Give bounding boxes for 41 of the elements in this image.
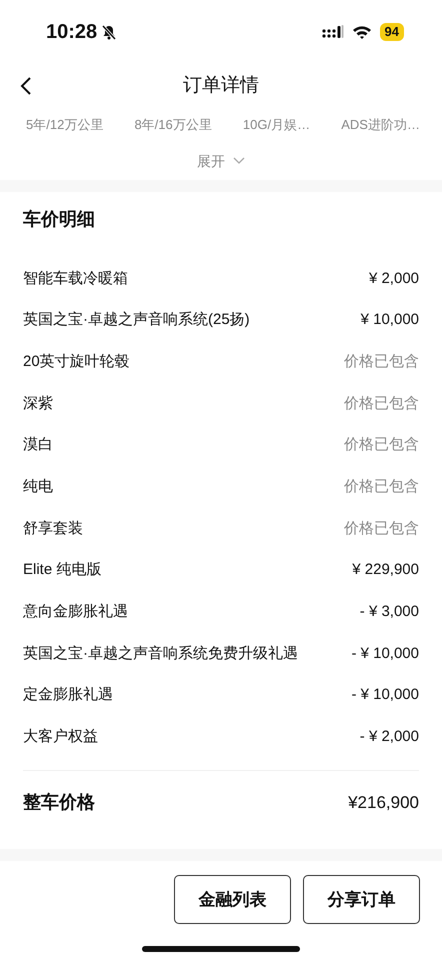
feature-tag: 8年/16万公里: [134, 115, 212, 135]
item-name: 深紫: [23, 394, 53, 414]
item-name: 英国之宝·卓越之声音响系统免费升级礼遇: [23, 644, 298, 664]
item-price: - ¥ 10,000: [351, 644, 419, 664]
status-time: 10:28: [46, 20, 98, 45]
item-price: ¥ 229,900: [352, 560, 419, 580]
item-price: ¥ 10,000: [360, 310, 419, 330]
included-note: 价格已包含: [344, 435, 419, 456]
item-price: ¥ 2,000: [368, 268, 419, 289]
item-name: 纯电: [23, 477, 53, 498]
item-price: - ¥ 10,000: [351, 685, 419, 706]
battery-level: 94: [380, 23, 404, 41]
item-name: 定金膨胀礼遇: [23, 685, 113, 706]
item-name: 意向金膨胀礼遇: [23, 602, 128, 622]
wifi-icon: [352, 25, 372, 39]
included-note: 价格已包含: [344, 477, 419, 498]
bell-muted-icon: [101, 24, 118, 40]
item-name: 智能车载冷暖箱: [23, 268, 128, 289]
action-button[interactable]: 分享订单: [303, 875, 420, 924]
item-name: 20英寸旋叶轮毂: [23, 352, 130, 372]
item-price: - ¥ 2,000: [360, 727, 419, 748]
item-name: 大客户权益: [23, 727, 98, 748]
included-note: 价格已包含: [344, 394, 419, 414]
feature-tag: 5年/12万公里: [26, 115, 104, 135]
signal-icon: [322, 25, 344, 39]
feature-tag: ADS进阶功…: [341, 115, 420, 135]
included-note: 价格已包含: [344, 518, 419, 539]
item-name: 漠白: [23, 435, 53, 456]
expand-link[interactable]: 展开: [197, 150, 225, 172]
included-note: 价格已包含: [344, 352, 419, 372]
item-name: 舒享套装: [23, 518, 83, 539]
action-button[interactable]: 金融列表: [174, 875, 291, 924]
item-name: 英国之宝·卓越之声音响系统(25扬): [23, 310, 250, 330]
feature-tag: 10G/月娱…: [242, 115, 310, 135]
item-name: Elite 纯电版: [23, 560, 102, 580]
item-price: - ¥ 3,000: [360, 602, 419, 622]
total-price: ¥216,900: [348, 792, 419, 814]
back-icon[interactable]: [20, 76, 32, 96]
total-label: 整车价格: [23, 790, 95, 814]
page-title: 订单详情: [183, 74, 259, 98]
section-title: 车价明细: [23, 208, 96, 231]
